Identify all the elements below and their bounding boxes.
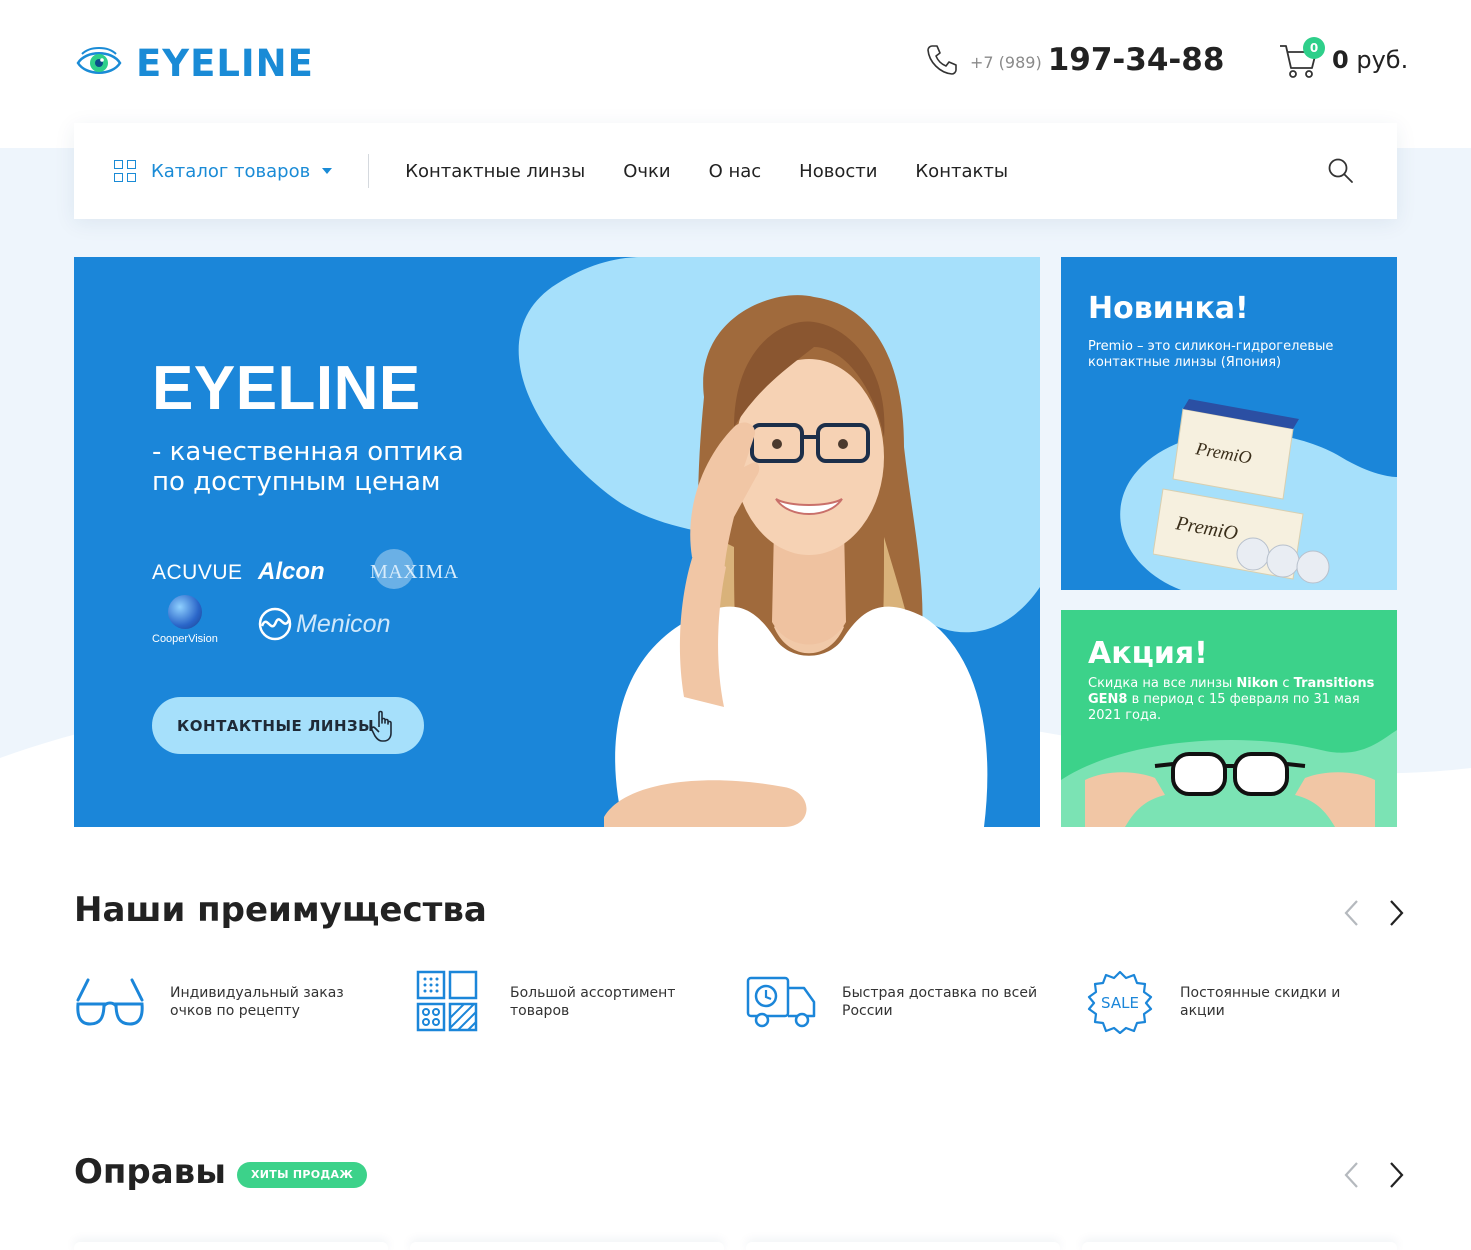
cart-total-value: 0 [1332,46,1349,74]
grid-icon [114,160,136,182]
nav-link-glasses[interactable]: Очки [623,161,670,182]
promo-sale-text: Скидка на все линзы Nikon с Transitions … [1088,676,1378,724]
brand-acuvue: ACUVUE [152,561,243,584]
promo-sale-text-part3: в период с 15 февраля по 31 мая 2021 год… [1088,692,1360,723]
promo-new-card[interactable]: Новинка! Premio – это силикон-гидрогелев… [1061,257,1397,590]
product-card[interactable] [74,1242,388,1250]
nav-link-news[interactable]: Новости [799,161,877,182]
coopervision-globe-icon [168,595,202,629]
brand-logos: ACUVUE Alcon MAXIMA CooperVision Menicon [152,547,472,657]
promo-new-title: Новинка! [1088,291,1249,326]
chevron-down-icon [322,168,333,174]
promo-sale-title: Акция! [1088,636,1208,671]
phone-contact[interactable]: +7 (989) 197-34-88 [924,42,1224,78]
brand-menicon-text: Menicon [296,609,391,638]
chevron-left-icon[interactable] [1342,1160,1362,1190]
hands-holding-glasses-image [1085,752,1375,827]
catalog-dropdown[interactable]: Каталог товаров [114,160,333,182]
advantage-item: Индивидуальный заказ очков по рецепту [74,970,370,1034]
hero-title: EYELINE [152,354,421,423]
cart-total-unit: руб. [1356,46,1409,74]
sale-badge-icon: SALE [1087,970,1153,1034]
nav-link-contact-lenses[interactable]: Контактные линзы [405,161,585,182]
cart[interactable]: 0 0 руб. [1278,37,1408,80]
menicon-mark-icon [258,607,292,641]
logo-text: EYELINE [136,41,314,85]
hero-subtitle: - качественная оптика по доступным ценам [152,437,464,497]
brand-alcon: Alcon [258,558,325,585]
phone-number: 197-34-88 [1047,42,1225,78]
phone-prefix: +7 (989) [970,53,1042,72]
bestseller-badge: ХИТЫ ПРОДАЖ [237,1162,368,1188]
nav-divider [368,154,370,188]
product-card[interactable] [746,1242,1060,1250]
chevron-left-icon[interactable] [1342,898,1362,928]
promo-sale-text-part2: с [1278,676,1294,691]
search-icon[interactable] [1327,157,1355,185]
advantage-text: Большой ассортимент товаров [510,985,676,1019]
advantage-item: Быстрая доставка по всей России [746,970,1042,1034]
advantage-item: SALE Постоянные скидки и акции [1084,970,1380,1034]
frames-carousel-arrows [1318,1160,1406,1190]
product-card[interactable] [1082,1242,1397,1250]
nav-links: Контактные линзы Очки О нас Новости Конт… [405,161,1046,182]
chevron-right-icon[interactable] [1386,1160,1406,1190]
chevron-right-icon[interactable] [1386,898,1406,928]
cart-total: 0 руб. [1332,46,1408,74]
advantage-text: Индивидуальный заказ очков по рецепту [170,985,344,1019]
advantages-carousel-arrows [1318,898,1406,928]
site-header: EYELINE +7 (989) 197-34-88 0 0 руб. [0,0,1471,125]
nav-link-contacts[interactable]: Контакты [915,161,1008,182]
brand-coopervision-text: CooperVision [152,633,218,645]
advantage-text: Постоянные скидки и акции [1180,985,1341,1019]
hand-pointer-icon [370,710,392,742]
product-card[interactable] [410,1242,724,1250]
promo-sale-card[interactable]: Акция! Скидка на все линзы Nikon с Trans… [1061,610,1397,827]
main-nav: Каталог товаров Контактные линзы Очки О … [74,123,1397,219]
assortment-icon [416,970,478,1032]
advantages-list: Индивидуальный заказ очков по рецепту Бо… [74,970,1397,1040]
cart-icon: 0 [1278,37,1325,80]
frames-title: Оправы [74,1152,226,1192]
brand-menicon: Menicon [258,607,391,641]
brand-maxima: MAXIMA [370,547,458,607]
promo-new-text: Premio – это силикон-гидрогелевые контак… [1088,339,1334,370]
promo-sale-brand-nikon: Nikon [1236,676,1279,691]
promo-sale-text-part1: Скидка на все линзы [1088,676,1237,691]
advantages-title: Наши преимущества [74,890,487,930]
delivery-truck-icon [746,976,816,1028]
brand-maxima-text: MAXIMA [370,561,459,583]
brand-coopervision: CooperVision [152,595,232,645]
advantage-text: Быстрая доставка по всей России [842,985,1038,1019]
eye-logo-icon [76,47,122,74]
premio-lens-boxes-image: PremiO PremiO [1153,399,1330,584]
catalog-label: Каталог товаров [151,160,311,182]
logo[interactable]: EYELINE [76,40,314,86]
nav-link-about[interactable]: О нас [709,161,762,182]
hero-banner[interactable]: EYELINE - качественная оптика по доступн… [74,257,1040,827]
contact-lenses-button-label: КОНТАКТНЫЕ ЛИНЗЫ [177,716,375,735]
sale-badge-text: SALE [1101,994,1139,1012]
advantage-item: Большой ассортимент товаров [414,970,710,1034]
glasses-icon [76,978,144,1026]
phone-icon [927,45,957,75]
woman-with-glasses-image [604,295,988,827]
cart-count-badge: 0 [1303,37,1325,59]
contact-lenses-button[interactable]: КОНТАКТНЫЕ ЛИНЗЫ [152,697,424,754]
